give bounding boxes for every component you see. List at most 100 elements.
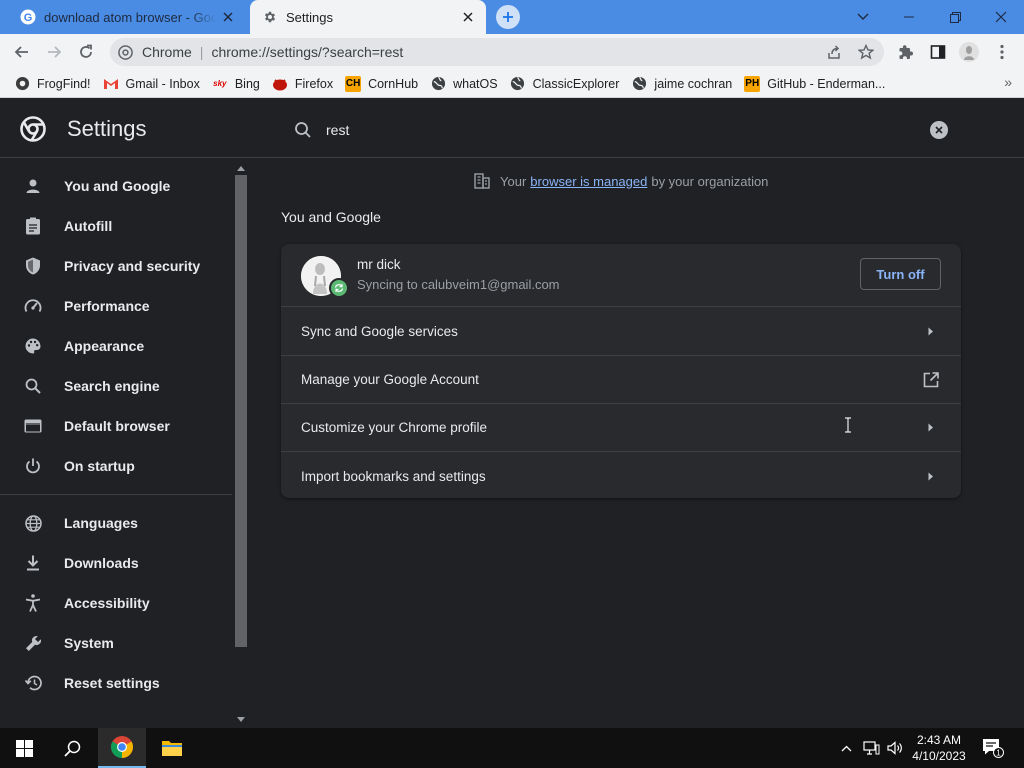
settings-header: Settings xyxy=(0,98,1024,158)
close-tab-icon[interactable] xyxy=(456,5,480,29)
download-icon xyxy=(24,554,42,572)
close-window-button[interactable] xyxy=(978,0,1024,34)
reload-icon xyxy=(80,44,92,58)
clock-date: 4/10/2023 xyxy=(912,749,966,763)
profile-avatar[interactable] xyxy=(957,40,981,64)
sidebar-item-label: Languages xyxy=(64,515,138,531)
address-bar[interactable]: Chrome | chrome://settings/?search=rest xyxy=(110,38,884,66)
chevron-right-icon xyxy=(919,320,943,344)
sidebar-item-languages[interactable]: Languages xyxy=(0,503,232,543)
row-customize-chrome-profile[interactable]: Customize your Chrome profile xyxy=(281,404,961,452)
share-icon[interactable] xyxy=(822,40,846,64)
row-label: Sync and Google services xyxy=(301,324,458,339)
reset-icon xyxy=(24,674,42,692)
settings-search-input[interactable] xyxy=(326,118,886,142)
taskbar-file-explorer-button[interactable] xyxy=(148,728,196,768)
bookmark-label: Gmail - Inbox xyxy=(125,76,200,91)
reload-button[interactable] xyxy=(72,38,100,66)
bookmark-github[interactable]: PH GitHub - Enderman... xyxy=(738,72,891,96)
gear-icon xyxy=(262,9,278,25)
action-center-button[interactable]: 1 xyxy=(978,728,1008,768)
side-panel-icon[interactable] xyxy=(926,40,950,64)
minimize-button[interactable] xyxy=(886,0,932,34)
taskbar-chrome-button[interactable] xyxy=(98,728,146,768)
shield-icon xyxy=(24,257,42,275)
bookmark-bing[interactable]: sky Bing xyxy=(206,72,266,96)
scrollbar-thumb[interactable] xyxy=(235,175,247,647)
sidebar-item-reset-settings[interactable]: Reset settings xyxy=(0,663,232,703)
tab-search-button[interactable] xyxy=(840,0,886,34)
folder-icon xyxy=(162,741,182,756)
managed-prefix: Your xyxy=(500,173,527,189)
sidebar-item-system[interactable]: System xyxy=(0,623,232,663)
sidebar-item-you-and-google[interactable]: You and Google xyxy=(0,166,232,206)
tab-settings[interactable]: Settings xyxy=(250,0,486,34)
scroll-up-arrow-icon[interactable] xyxy=(236,163,246,173)
clipboard-icon xyxy=(24,217,42,235)
gmail-icon xyxy=(103,76,119,92)
sidebar-scrollbar[interactable] xyxy=(232,159,250,728)
row-import-bookmarks[interactable]: Import bookmarks and settings xyxy=(281,452,961,500)
show-hidden-icons-button[interactable] xyxy=(836,728,856,768)
start-button[interactable] xyxy=(0,728,48,768)
scroll-down-arrow-icon[interactable] xyxy=(236,714,246,724)
bookmark-classicexplorer[interactable]: ClassicExplorer xyxy=(504,72,626,96)
cornhub-icon: CH xyxy=(345,75,362,92)
taskbar-search-button[interactable] xyxy=(48,728,96,768)
tab-title: download atom browser - Google Search xyxy=(44,9,216,25)
search-icon xyxy=(295,122,311,138)
sidebar-item-label: You and Google xyxy=(64,178,171,194)
sidebar-item-search-engine[interactable]: Search engine xyxy=(0,366,232,406)
browser-managed-link[interactable]: browser is managed xyxy=(530,174,647,189)
tab-google-search[interactable]: G download atom browser - Google Search xyxy=(8,0,246,34)
sidebar-item-label: Performance xyxy=(64,298,150,314)
windows-logo-icon xyxy=(15,739,33,757)
close-tab-icon[interactable] xyxy=(216,5,240,29)
bookmark-gmail[interactable]: Gmail - Inbox xyxy=(97,72,206,96)
bookmark-jaime-cochran[interactable]: jaime cochran xyxy=(625,72,738,96)
chrome-icon xyxy=(111,736,133,758)
network-icon[interactable] xyxy=(860,728,882,768)
close-icon xyxy=(995,11,1007,23)
volume-icon[interactable] xyxy=(884,728,906,768)
bookmarks-bar: FrogFind! Gmail - Inbox sky Bing Firefox… xyxy=(0,70,1024,98)
turn-off-sync-button[interactable]: Turn off xyxy=(860,258,941,290)
sidebar-item-privacy-and-security[interactable]: Privacy and security xyxy=(0,246,232,286)
sidebar-item-label: Downloads xyxy=(64,555,139,571)
sidebar-item-default-browser[interactable]: Default browser xyxy=(0,406,232,446)
google-icon: G xyxy=(20,9,36,25)
sidebar-item-label: Reset settings xyxy=(64,675,160,691)
sidebar-item-performance[interactable]: Performance xyxy=(0,286,232,326)
restore-button[interactable] xyxy=(932,0,978,34)
taskbar-clock[interactable]: 2:43 AM 4/10/2023 xyxy=(904,732,974,764)
bookmark-star-icon[interactable] xyxy=(854,40,878,64)
bookmark-frogfind[interactable]: FrogFind! xyxy=(8,72,97,96)
settings-search-box[interactable] xyxy=(282,112,958,148)
external-link-icon xyxy=(919,368,943,392)
sidebar-item-autofill[interactable]: Autofill xyxy=(0,206,232,246)
row-sync-and-google-services[interactable]: Sync and Google services xyxy=(281,308,961,356)
bookmark-firefox[interactable]: Firefox xyxy=(266,72,339,96)
firefox-icon xyxy=(272,76,288,92)
back-button[interactable] xyxy=(8,38,36,66)
extensions-puzzle-icon[interactable] xyxy=(894,40,918,64)
bookmark-whatos[interactable]: whatOS xyxy=(424,72,503,96)
chrome-logo-icon xyxy=(20,116,46,142)
section-title: You and Google xyxy=(281,209,381,225)
chrome-icon xyxy=(118,44,134,60)
power-icon xyxy=(24,457,42,475)
sidebar-divider xyxy=(0,494,232,495)
forward-button[interactable] xyxy=(40,38,68,66)
sidebar-item-on-startup[interactable]: On startup xyxy=(0,446,232,486)
more-bookmarks-button[interactable]: » xyxy=(1004,74,1012,90)
kebab-menu-icon[interactable] xyxy=(990,40,1014,64)
new-tab-button[interactable] xyxy=(496,5,520,29)
bookmark-cornhub[interactable]: CH CornHub xyxy=(339,72,424,96)
sidebar-item-downloads[interactable]: Downloads xyxy=(0,543,232,583)
sidebar-item-accessibility[interactable]: Accessibility xyxy=(0,583,232,623)
row-manage-google-account[interactable]: Manage your Google Account xyxy=(281,356,961,404)
url-text: chrome://settings/?search=rest xyxy=(211,44,404,60)
sidebar-item-appearance[interactable]: Appearance xyxy=(0,326,232,366)
windows-taskbar: 2:43 AM 4/10/2023 1 xyxy=(0,728,1024,768)
clear-search-icon[interactable] xyxy=(930,121,948,139)
